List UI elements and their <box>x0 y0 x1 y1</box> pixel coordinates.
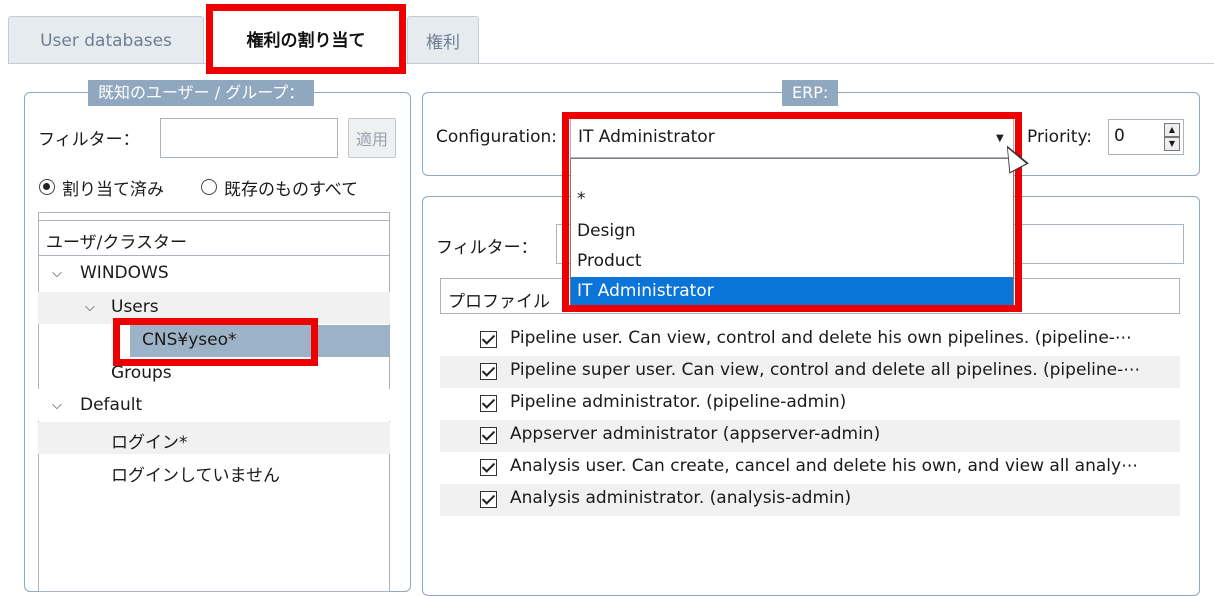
configuration-label: Configuration: <box>436 127 558 147</box>
spinner-down-icon[interactable]: ▼ <box>1164 137 1180 151</box>
erp-legend: ERP: <box>782 80 839 106</box>
tab-rights[interactable]: 権利 <box>407 16 479 64</box>
permission-label: Pipeline administrator. (pipeline-admin) <box>510 392 847 412</box>
checkbox-checked-icon[interactable] <box>480 331 497 348</box>
dropdown-option[interactable]: Product <box>571 247 1013 276</box>
tree-node-default[interactable]: Default <box>80 395 142 415</box>
checkbox-checked-icon[interactable] <box>480 395 497 412</box>
tab-rights-assignment[interactable]: 権利の割り当て <box>208 10 404 66</box>
permission-label: Analysis administrator. (analysis-admin) <box>510 488 852 508</box>
tree-node-windows[interactable]: WINDOWS <box>80 263 169 283</box>
checkbox-checked-icon[interactable] <box>480 427 497 444</box>
tab-divider <box>8 63 1214 64</box>
dropdown-arrow-icon[interactable]: ▼ <box>996 133 1004 144</box>
permission-row[interactable]: Pipeline administrator. (pipeline-admin) <box>440 388 1180 420</box>
permission-label: Pipeline super user. Can view, control a… <box>510 360 1141 380</box>
permission-row[interactable]: Analysis administrator. (analysis-admin) <box>440 484 1180 516</box>
configuration-value: IT Administrator <box>578 127 715 147</box>
apply-button[interactable]: 適用 <box>348 118 396 158</box>
checkbox-checked-icon[interactable] <box>480 459 497 476</box>
known-users-legend: 既知のユーザー / グループ： <box>88 80 315 106</box>
permission-row[interactable]: Pipeline super user. Can view, control a… <box>440 356 1180 388</box>
tree-node-cns-yseo[interactable]: CNS¥yseo* <box>142 330 236 350</box>
spinner-up-icon[interactable]: ▲ <box>1164 123 1180 137</box>
tree-row-stripe <box>38 422 390 454</box>
chevron-down-icon[interactable]: ⌵ <box>52 266 62 281</box>
permission-label: Pipeline user. Can view, control and del… <box>510 328 1132 348</box>
right-filter-label: フィルター： <box>436 238 538 258</box>
checkbox-checked-icon[interactable] <box>480 363 497 380</box>
tree-node-not-logged-in[interactable]: ログインしていません <box>111 461 280 486</box>
chevron-down-icon[interactable]: ⌵ <box>85 300 95 315</box>
priority-value: 0 <box>1114 126 1125 146</box>
dropdown-option[interactable]: * <box>571 185 1013 214</box>
priority-label: Priority: <box>1027 127 1092 147</box>
left-filter-input[interactable] <box>160 118 338 158</box>
tree-header-label: ユーザ/クラスター <box>46 233 188 253</box>
tab-user-databases[interactable]: User databases <box>8 16 204 64</box>
permission-row[interactable]: Appserver administrator (appserver-admin… <box>440 420 1180 452</box>
permission-row[interactable]: Pipeline user. Can view, control and del… <box>440 324 1180 356</box>
radio-assigned[interactable] <box>39 179 55 195</box>
tree-node-groups[interactable]: Groups <box>111 363 172 383</box>
chevron-down-icon[interactable]: ⌵ <box>52 398 62 413</box>
permission-label: Analysis user. Can create, cancel and de… <box>510 456 1139 476</box>
tree-node-users[interactable]: Users <box>111 297 159 317</box>
dropdown-option-selected[interactable]: IT Administrator <box>571 277 1013 306</box>
configuration-dropdown-list[interactable]: * Design Product IT Administrator <box>570 158 1014 306</box>
dropdown-option[interactable]: Design <box>571 217 1013 246</box>
radio-all-existing[interactable] <box>201 179 217 195</box>
radio-all-label: 既存のものすべて <box>224 180 359 200</box>
permission-row[interactable]: Analysis user. Can create, cancel and de… <box>440 452 1180 484</box>
radio-assigned-label: 割り当て済み <box>62 180 164 200</box>
permission-label: Appserver administrator (appserver-admin… <box>510 424 881 444</box>
profile-header-label: プロファイル <box>448 292 550 312</box>
left-filter-label: フィルター： <box>38 130 140 150</box>
tree-node-login[interactable]: ログイン* <box>111 428 188 453</box>
checkbox-checked-icon[interactable] <box>480 491 497 508</box>
